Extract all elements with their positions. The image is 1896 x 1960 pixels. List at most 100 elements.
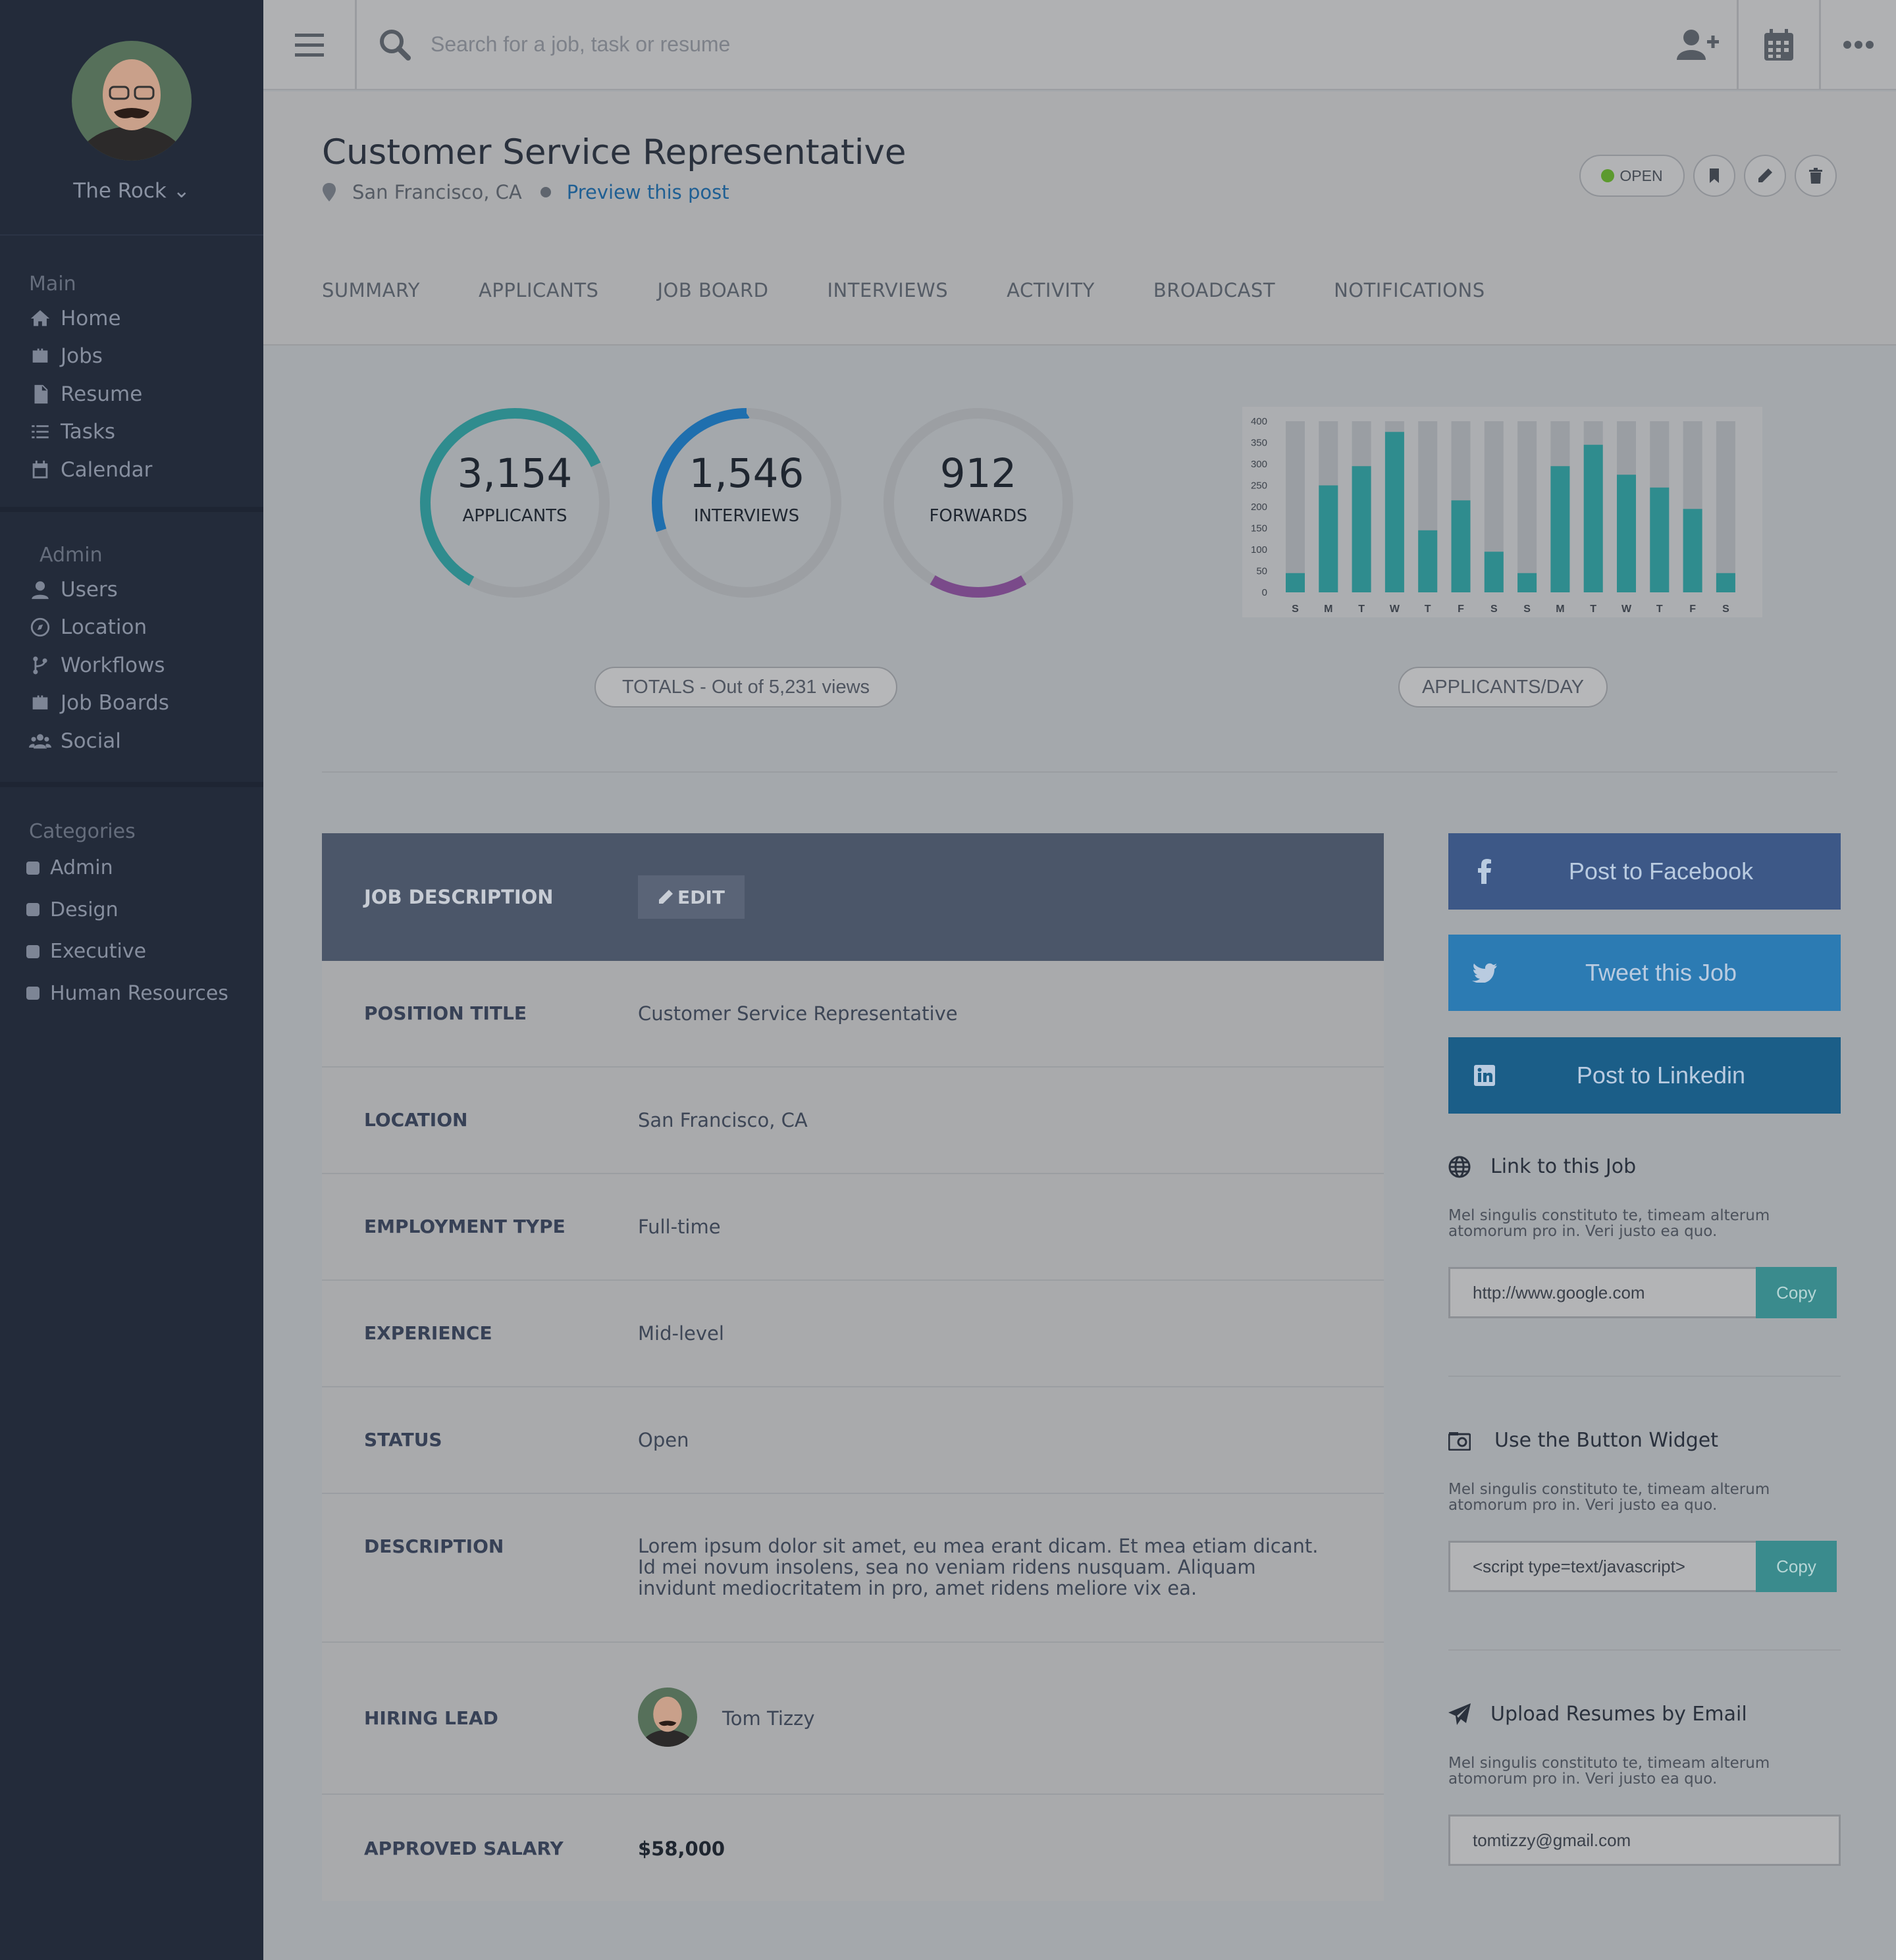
category-human-resources[interactable]: Human Resources — [26, 973, 263, 1015]
nav-item-location[interactable]: Location — [29, 609, 263, 647]
search-icon — [380, 29, 411, 61]
paper-plane-icon — [1448, 1703, 1471, 1725]
tab-summary[interactable]: SUMMARY — [322, 279, 420, 301]
job-header: Customer Service Representative San Fran… — [263, 91, 1896, 346]
row-key: STATUS — [364, 1429, 442, 1451]
hiring-lead-name[interactable]: Tom Tizzy — [722, 1707, 814, 1730]
job-subtitle: San Francisco, CA Preview this post — [322, 181, 729, 203]
nav-item-label: Calendar — [61, 457, 153, 482]
hiring-lead-avatar[interactable] — [638, 1688, 697, 1747]
delete-button[interactable] — [1795, 155, 1837, 197]
nav-item-home[interactable]: Home — [29, 299, 263, 338]
category-label: Admin — [50, 856, 113, 880]
chart-pill: APPLICANTS/DAY — [1398, 667, 1608, 708]
table-row: LOCATION San Francisco, CA — [322, 1068, 1384, 1174]
row-key: POSITION TITLE — [364, 1002, 527, 1024]
nav-item-users[interactable]: Users — [29, 571, 263, 609]
nav-item-workflows[interactable]: Workflows — [29, 646, 263, 684]
row-value: Lorem ipsum dolor sit amet, eu mea erant… — [638, 1535, 1319, 1599]
totals-pill: TOTALS - Out of 5,231 views — [594, 667, 897, 708]
menu-button[interactable] — [263, 0, 357, 90]
preview-post-link[interactable]: Preview this post — [567, 181, 729, 203]
facebook-label: Post to Facebook — [1568, 858, 1754, 885]
widget-code-field[interactable]: <script type=text/javascript> — [1448, 1541, 1758, 1592]
copy-link-button[interactable]: Copy — [1756, 1267, 1837, 1318]
job-tabs: SUMMARY APPLICANTS JOB BOARD INTERVIEWS … — [322, 279, 1485, 301]
bookmark-button[interactable] — [1693, 155, 1735, 197]
more-button[interactable] — [1821, 0, 1896, 90]
bar — [1418, 530, 1438, 592]
table-row: APPROVED SALARY $58,000 — [322, 1795, 1384, 1902]
row-value: Customer Service Representative — [638, 1002, 958, 1025]
user-menu[interactable]: The Rock ⌄ — [0, 179, 263, 203]
link-to-job-label: Link to this Job — [1490, 1155, 1637, 1178]
status-badge[interactable]: OPEN — [1579, 155, 1685, 197]
category-admin[interactable]: Admin — [26, 847, 263, 889]
more-icon — [1843, 40, 1874, 49]
applicants-per-day-chart: 0 50 100 150 200 250 300 350 400 S M T W T F S S M T W T F S — [1242, 407, 1762, 617]
row-key: HIRING LEAD — [364, 1707, 498, 1729]
x-tick-label: S — [1523, 604, 1531, 615]
ring-forwards: 912 FORWARDS — [881, 405, 1076, 600]
branch-icon — [33, 656, 47, 675]
x-tick-label: T — [1425, 604, 1431, 615]
edit-button[interactable] — [1744, 155, 1786, 197]
table-row: EXPERIENCE Mid-level — [322, 1281, 1384, 1387]
nav-item-jobs[interactable]: Jobs — [29, 338, 263, 376]
search-input[interactable]: Search for a job, task or resume — [431, 32, 730, 57]
job-link-field[interactable]: http://www.google.com — [1448, 1267, 1758, 1318]
category-swatch — [26, 861, 40, 875]
row-value: $58,000 — [638, 1838, 725, 1860]
nav-item-label: Resume — [61, 382, 143, 406]
copy-widget-button[interactable]: Copy — [1756, 1541, 1837, 1592]
stats-section: 3,154 APPLICANTS 1,546 INTERVIEWS 912 FO… — [263, 347, 1896, 775]
x-tick-label: F — [1458, 604, 1464, 615]
nav-item-label: Jobs — [61, 344, 103, 369]
category-swatch — [26, 903, 40, 917]
briefcase-icon — [32, 348, 48, 363]
tab-job-board[interactable]: JOB BOARD — [657, 279, 768, 301]
nav-item-social[interactable]: Social — [29, 722, 263, 760]
chevron-down-icon: ⌄ — [172, 179, 190, 203]
row-value: Full-time — [638, 1216, 721, 1238]
edit-description-button[interactable]: EDIT — [638, 875, 745, 919]
x-tick-label: W — [1621, 604, 1632, 615]
tab-applicants[interactable]: APPLICANTS — [479, 279, 598, 301]
job-description-table: JOB DESCRIPTION EDIT POSITION TITLE Custo… — [322, 833, 1384, 1901]
table-row: DESCRIPTION Lorem ipsum dolor sit amet, e… — [322, 1494, 1384, 1643]
pencil-icon — [1758, 168, 1772, 182]
nav-item-resume[interactable]: Resume — [29, 375, 263, 413]
ring-interviews: 1,546 INTERVIEWS — [649, 405, 844, 600]
category-executive[interactable]: Executive — [26, 931, 263, 973]
user-avatar[interactable] — [72, 41, 192, 161]
tab-notifications[interactable]: NOTIFICATIONS — [1334, 279, 1485, 301]
post-to-linkedin-button[interactable]: Post to Linkedin — [1448, 1037, 1841, 1114]
add-user-button[interactable] — [1659, 0, 1739, 90]
main-nav-title: Main — [29, 272, 76, 296]
bar — [1286, 573, 1305, 592]
category-design[interactable]: Design — [26, 889, 263, 931]
nav-item-job-boards[interactable]: Job Boards — [29, 684, 263, 723]
tab-broadcast[interactable]: BROADCAST — [1153, 279, 1275, 301]
resume-email-field[interactable]: tomtizzy@gmail.com — [1448, 1815, 1841, 1866]
tab-interviews[interactable]: INTERVIEWS — [827, 279, 948, 301]
y-tick-label: 150 — [1251, 523, 1267, 534]
row-key: APPROVED SALARY — [364, 1838, 564, 1859]
x-tick-label: S — [1292, 604, 1299, 615]
row-key: LOCATION — [364, 1109, 468, 1131]
post-to-facebook-button[interactable]: Post to Facebook — [1448, 833, 1841, 910]
bookmark-icon — [1710, 168, 1719, 183]
upload-email-title: Upload Resumes by Email — [1448, 1703, 1747, 1726]
bar — [1319, 485, 1338, 592]
bar — [1650, 487, 1670, 592]
tab-activity[interactable]: ACTIVITY — [1007, 279, 1095, 301]
nav-item-calendar[interactable]: Calendar — [29, 451, 263, 489]
tweet-job-button[interactable]: Tweet this Job — [1448, 935, 1841, 1011]
calendar-button[interactable] — [1739, 0, 1821, 90]
nav-item-tasks[interactable]: Tasks — [29, 413, 263, 451]
nav-item-label: Social — [61, 729, 121, 753]
link-to-job-description: Mel singulis constituto te, timeam alter… — [1448, 1207, 1770, 1240]
topbar: Search for a job, task or resume — [263, 0, 1896, 90]
search-bar[interactable]: Search for a job, task or resume — [357, 0, 1659, 90]
button-widget-description: Mel singulis constituto te, timeam alter… — [1448, 1481, 1770, 1514]
